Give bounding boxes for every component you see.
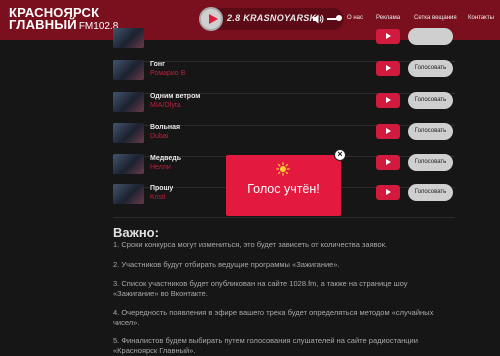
track-title: Гонг <box>150 61 166 68</box>
track-play-button[interactable] <box>376 124 400 139</box>
close-icon: × <box>337 149 343 159</box>
modal-message: Голос учтён! <box>247 182 320 196</box>
track-artist[interactable]: MIA/Olyta <box>150 102 181 109</box>
row-divider <box>113 217 455 218</box>
site-logo[interactable]: КРАСНОЯРСК ГЛАВНЫЙ FM102.8 <box>9 6 118 33</box>
track-title: Одним ветром <box>150 93 201 100</box>
track-play-button[interactable] <box>376 155 400 170</box>
vote-button[interactable]: Голосовать <box>408 123 453 140</box>
track-thumbnail <box>113 92 144 112</box>
sun-icon <box>276 162 290 176</box>
track-row: Одним ветром MIA/Olyta Голосовать <box>113 90 455 126</box>
nav-schedule[interactable]: Сетка вещания <box>414 15 457 21</box>
vote-confirmation-modal: Голос учтён! <box>226 155 341 216</box>
logo-line2: ГЛАВНЫЙ <box>9 17 77 32</box>
track-play-button[interactable] <box>376 29 400 44</box>
volume-icon[interactable] <box>312 13 324 25</box>
nav-about[interactable]: О нас <box>347 15 363 21</box>
nav-contacts[interactable]: Контакты <box>468 15 494 21</box>
track-title: Вольная <box>150 124 181 131</box>
track-thumbnail <box>113 154 144 174</box>
track-title: Прошу <box>150 185 174 192</box>
track-artist[interactable]: Kristi <box>150 194 166 201</box>
track-artist[interactable]: Ромарио В <box>150 70 185 77</box>
modal-close-button[interactable]: × <box>334 149 346 161</box>
rule-paragraph: 1. Сроки конкурса могут измениться, это … <box>113 240 388 249</box>
rule-paragraph: 5. Финалистов будем выбирать путем голос… <box>113 336 418 355</box>
track-play-button[interactable] <box>376 61 400 76</box>
rule-paragraph: 3. Список участников будет опубликован н… <box>113 279 408 298</box>
track-thumbnail <box>113 60 144 80</box>
vote-button[interactable] <box>408 28 453 45</box>
track-play-button[interactable] <box>376 93 400 108</box>
track-thumbnail <box>113 123 144 143</box>
track-play-button[interactable] <box>376 185 400 200</box>
track-row: Гонг Ромарио В Голосовать <box>113 58 455 94</box>
track-artist[interactable]: Нелли <box>150 164 171 171</box>
rule-paragraph: 2. Участников будут отбирать ведущие про… <box>113 260 340 269</box>
rule-paragraph: 4. Очередность появления в эфире вашего … <box>113 308 434 327</box>
track-title: Медведь <box>150 155 182 162</box>
track-artist[interactable]: Dubai <box>150 133 168 140</box>
vote-button[interactable]: Голосовать <box>408 60 453 77</box>
important-heading: Важно: <box>113 225 159 240</box>
player-station-name: 2.8 KRASNOYARSK <box>227 13 317 23</box>
track-thumbnail <box>113 184 144 204</box>
nav-advertising[interactable]: Реклама <box>376 15 400 21</box>
track-row <box>113 26 455 62</box>
vote-button[interactable]: Голосовать <box>408 184 453 201</box>
track-row: Вольная Dubai Голосовать <box>113 121 455 157</box>
vote-button[interactable]: Голосовать <box>408 154 453 171</box>
vote-button[interactable]: Голосовать <box>408 92 453 109</box>
volume-slider[interactable] <box>327 15 342 21</box>
track-thumbnail <box>113 28 144 48</box>
